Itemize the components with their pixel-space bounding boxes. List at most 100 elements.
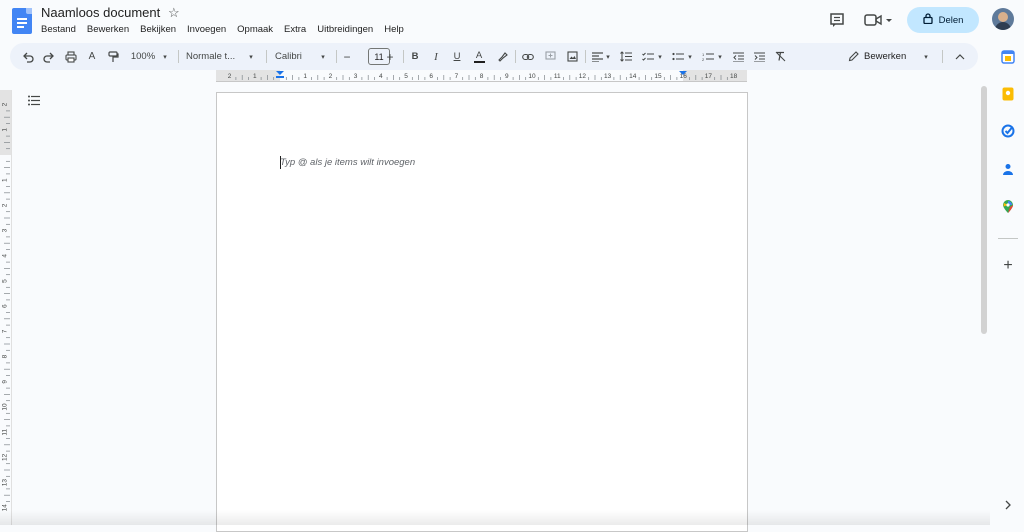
menu-item-bestand[interactable]: Bestand xyxy=(41,24,76,35)
chevron-down-icon[interactable]: ▾ xyxy=(604,43,612,70)
calendar-icon[interactable] xyxy=(1000,49,1016,65)
right-indent-marker[interactable] xyxy=(679,71,687,79)
ruler-label: 2 xyxy=(2,102,9,106)
menu-item-opmaak[interactable]: Opmaak xyxy=(237,24,273,35)
ruler-label: 12 xyxy=(579,73,587,80)
share-button[interactable]: Delen xyxy=(907,7,979,33)
style-select[interactable]: Normale t... xyxy=(186,43,242,70)
ruler-label: 3 xyxy=(2,228,9,232)
italic-icon[interactable]: I xyxy=(429,43,443,70)
video-call-icon[interactable] xyxy=(864,12,894,28)
ruler-label: 4 xyxy=(379,73,383,80)
pencil-icon[interactable] xyxy=(846,43,860,70)
mode-select[interactable]: Bewerken xyxy=(864,43,912,70)
maps-icon[interactable] xyxy=(1000,199,1016,215)
menu-item-bekijken[interactable]: Bekijken xyxy=(140,24,176,35)
ruler-label: 14 xyxy=(629,73,637,80)
clear-formatting-icon[interactable] xyxy=(773,43,787,70)
svg-text:2: 2 xyxy=(702,57,705,62)
ruler-label: 11 xyxy=(2,428,9,435)
chevron-right-icon[interactable] xyxy=(1000,497,1016,513)
bold-icon[interactable]: B xyxy=(408,43,422,70)
header: Naamloos document ☆ Bestand Bewerken Bek… xyxy=(0,0,1024,42)
document-placeholder[interactable]: Typ @ als je items wilt invoegen xyxy=(280,157,415,168)
chevron-down-icon[interactable]: ▾ xyxy=(318,43,328,70)
highlight-icon[interactable] xyxy=(495,43,509,70)
menu-bar: Bestand Bewerken Bekijken Invoegen Opmaa… xyxy=(41,24,404,35)
text-color-icon[interactable]: A xyxy=(472,43,486,70)
vertical-ruler[interactable]: 2 1 1 2 3 4 5 6 7 8 9 10 11 12 13 14 xyxy=(0,90,12,525)
undo-icon[interactable] xyxy=(20,43,36,70)
chevron-down-icon[interactable]: ▾ xyxy=(921,43,931,70)
docs-logo-icon[interactable] xyxy=(12,8,32,34)
bulleted-list-icon[interactable] xyxy=(671,43,685,70)
side-panel xyxy=(993,42,1024,525)
ruler-label: 13 xyxy=(604,73,612,80)
ruler-label: 10 xyxy=(528,73,536,80)
ruler-label: 1 xyxy=(2,128,9,132)
redo-icon[interactable] xyxy=(41,43,57,70)
ruler-label: 1 xyxy=(253,73,257,80)
ruler-label: 5 xyxy=(2,279,9,283)
ruler-label: 9 xyxy=(2,380,9,384)
paint-format-icon[interactable] xyxy=(105,43,121,70)
contacts-icon[interactable] xyxy=(1000,161,1016,177)
ruler-label: 6 xyxy=(429,73,433,80)
lock-icon xyxy=(922,13,933,27)
print-icon[interactable] xyxy=(63,43,79,70)
toolbar: A 100% ▾ Normale t... ▾ Calibri ▾ − 11 +… xyxy=(10,43,978,70)
avatar[interactable] xyxy=(992,8,1014,30)
collapse-toolbar-icon[interactable] xyxy=(953,43,967,70)
scrollbar[interactable] xyxy=(981,86,987,334)
font-select[interactable]: Calibri xyxy=(275,43,315,70)
ruler-label: 2 xyxy=(329,73,333,80)
underline-icon[interactable]: U xyxy=(450,43,464,70)
chevron-down-icon[interactable]: ▾ xyxy=(160,43,170,70)
add-comment-icon[interactable] xyxy=(543,43,557,70)
horizontal-ruler[interactable]: 2 1 1 2 3 4 5 6 7 8 9 10 11 12 13 14 15 16 17 18 xyxy=(216,70,747,82)
ruler-label: 1 xyxy=(303,73,307,80)
ruler-label: 5 xyxy=(404,73,408,80)
tasks-icon[interactable] xyxy=(1000,123,1016,139)
checklist-icon[interactable] xyxy=(641,43,655,70)
increase-indent-icon[interactable] xyxy=(752,43,766,70)
ruler-label: 15 xyxy=(654,73,662,80)
menu-item-extra[interactable]: Extra xyxy=(284,24,306,35)
insert-image-icon[interactable] xyxy=(565,43,579,70)
keep-icon[interactable] xyxy=(1000,86,1016,102)
ruler-label: 2 xyxy=(228,73,232,80)
add-icon[interactable]: + xyxy=(1000,257,1016,274)
increase-font-size-icon[interactable]: + xyxy=(384,43,396,70)
document-title[interactable]: Naamloos document xyxy=(41,5,160,20)
menu-item-help[interactable]: Help xyxy=(384,24,404,35)
ruler-label: 11 xyxy=(554,73,561,80)
ruler-label: 7 xyxy=(455,73,459,80)
ruler-label: 4 xyxy=(2,254,9,258)
decrease-indent-icon[interactable] xyxy=(731,43,745,70)
ruler-label: 13 xyxy=(2,479,9,487)
share-label: Delen xyxy=(938,14,964,26)
chevron-down-icon[interactable]: ▾ xyxy=(716,43,724,70)
zoom-select[interactable]: 100% xyxy=(128,43,158,70)
chevron-down-icon[interactable]: ▾ xyxy=(656,43,664,70)
side-panel-divider xyxy=(998,238,1018,239)
line-spacing-icon[interactable] xyxy=(619,43,633,70)
align-left-icon[interactable] xyxy=(590,43,604,70)
chevron-down-icon[interactable]: ▾ xyxy=(246,43,256,70)
ruler-label: 12 xyxy=(2,453,9,461)
decrease-font-size-icon[interactable]: − xyxy=(341,43,353,70)
star-icon[interactable]: ☆ xyxy=(168,5,180,21)
chevron-down-icon[interactable]: ▾ xyxy=(686,43,694,70)
spellcheck-icon[interactable]: A xyxy=(84,43,100,70)
ruler-label: 1 xyxy=(2,178,9,182)
menu-item-uitbreidingen[interactable]: Uitbreidingen xyxy=(317,24,373,35)
menu-item-invoegen[interactable]: Invoegen xyxy=(187,24,226,35)
comment-icon[interactable] xyxy=(829,12,845,28)
left-indent-marker[interactable] xyxy=(276,71,284,79)
outline-icon[interactable] xyxy=(28,93,40,106)
ruler-label: 3 xyxy=(354,73,358,80)
link-icon[interactable] xyxy=(521,43,535,70)
numbered-list-icon[interactable]: 12 xyxy=(701,43,715,70)
menu-item-bewerken[interactable]: Bewerken xyxy=(87,24,129,35)
ruler-label: 18 xyxy=(730,73,738,80)
